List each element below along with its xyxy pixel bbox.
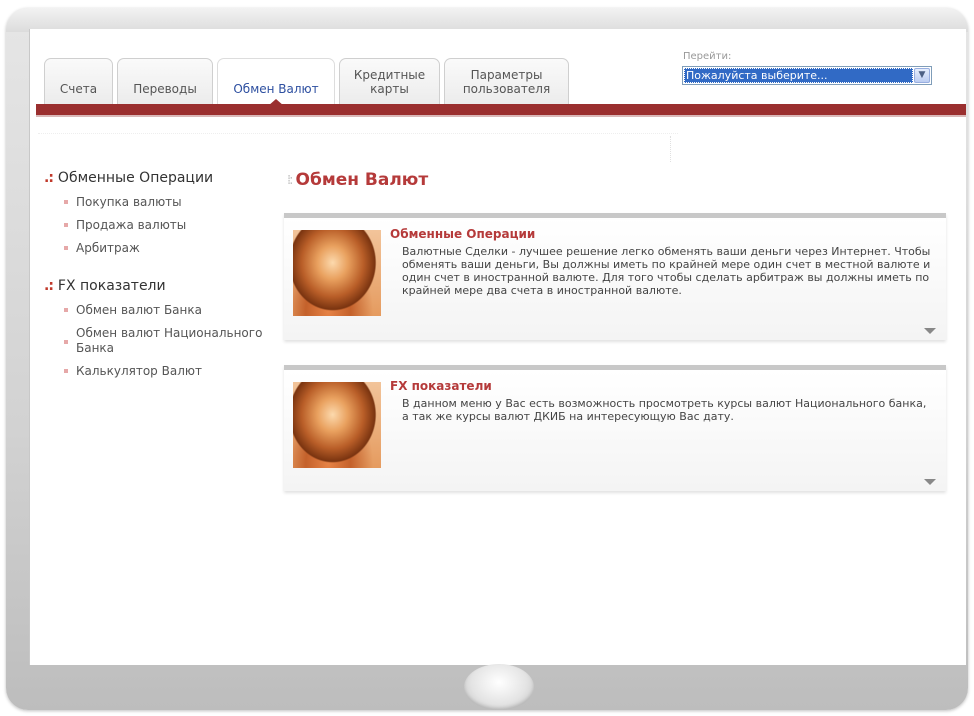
pink-square-bullet-icon — [64, 200, 68, 204]
page-title: ⁞: Обмен Валют — [287, 170, 428, 190]
sidebar-item-label: Калькулятор Валют — [76, 364, 202, 378]
tab-label: Счета — [59, 81, 98, 96]
app-screen: Счета Переводы Обмен Валют Кредитные кар… — [29, 29, 966, 665]
globe-hands-image — [293, 230, 381, 316]
sidebar-heading: .: FX показатели — [44, 278, 274, 294]
triangle-down-icon[interactable] — [924, 479, 936, 485]
goto-select[interactable]: Пожалуйста выберите... ▼ — [682, 66, 932, 85]
info-card-exchange-operations: Обменные Операции Валютные Сделки - лучш… — [284, 213, 946, 340]
chevron-down-icon[interactable]: ▼ — [914, 68, 930, 83]
pink-square-bullet-icon — [64, 223, 68, 227]
red-dots-bullet-icon: .: — [44, 278, 54, 294]
sidebar-item-sell-currency[interactable]: Продажа валюты — [64, 218, 274, 233]
tab-credit-cards[interactable]: Кредитные карты — [339, 58, 440, 104]
pink-square-bullet-icon — [64, 308, 68, 312]
sidebar-item-label: Арбитраж — [76, 241, 140, 255]
pink-square-bullet-icon — [64, 340, 68, 344]
sidebar-list: Покупка валюты Продажа валюты Арбитраж — [44, 195, 274, 256]
sidebar-section-fx-indicators: .: FX показатели Обмен валют Банка Обмен… — [44, 278, 274, 379]
card-text: В данном меню у Вас есть возможность про… — [402, 397, 927, 423]
tab-label: Кредитные карты — [354, 68, 425, 96]
tab-user-settings[interactable]: Параметры пользователя — [444, 58, 569, 104]
sidebar-heading: .: Обменные Операции — [44, 170, 274, 186]
card-text: Валютные Сделки - лучшее решение легко о… — [402, 245, 931, 297]
tab-label-line1: Кредитные — [353, 67, 426, 82]
red-dots-bullet-icon: .: — [44, 170, 54, 186]
sidebar-item-national-bank-rates[interactable]: Обмен валют Национального Банка — [64, 326, 274, 356]
tab-label-line2: карты — [370, 81, 409, 96]
info-card-fx-indicators: FX показатели В данном меню у Вас есть в… — [284, 365, 946, 491]
sidebar-item-label: Покупка валюты — [76, 195, 182, 209]
tab-label: Переводы — [133, 81, 197, 96]
pink-square-bullet-icon — [64, 369, 68, 373]
triangle-down-icon[interactable] — [924, 328, 936, 334]
sidebar-item-bank-rates[interactable]: Обмен валют Банка — [64, 303, 274, 318]
tab-accounts[interactable]: Счета — [44, 58, 113, 104]
goto-label: Перейти: — [683, 51, 732, 62]
tab-underline-bar — [36, 104, 966, 117]
sidebar-heading-text: FX показатели — [57, 278, 166, 294]
card-title[interactable]: FX показатели — [390, 379, 492, 393]
sidebar-section-exchange-operations: .: Обменные Операции Покупка валюты Прод… — [44, 170, 274, 256]
main-tabs: Счета Переводы Обмен Валют Кредитные кар… — [44, 54, 569, 106]
divider — [38, 133, 678, 134]
sidebar-item-buy-currency[interactable]: Покупка валюты — [64, 195, 274, 210]
sidebar-item-arbitrage[interactable]: Арбитраж — [64, 241, 274, 256]
divider — [670, 136, 671, 162]
page-title-text: Обмен Валют — [295, 170, 429, 190]
tab-label-line1: Параметры — [470, 67, 543, 82]
sidebar-item-label: Продажа валюты — [76, 218, 187, 232]
sidebar-item-label: Обмен валют Национального Банка — [76, 326, 263, 355]
tab-label: Параметры пользователя — [463, 68, 550, 96]
monitor-stand-knob — [464, 664, 534, 710]
title-marker-icon: ⁞: — [287, 172, 293, 188]
globe-hands-image — [293, 382, 381, 468]
sidebar-item-currency-calculator[interactable]: Калькулятор Валют — [64, 364, 274, 379]
sidebar-heading-text: Обменные Операции — [57, 170, 214, 186]
tab-label: Обмен Валют — [233, 81, 319, 96]
goto-select-value: Пожалуйста выберите... — [684, 68, 913, 83]
tab-transfers[interactable]: Переводы — [117, 58, 213, 104]
card-title[interactable]: Обменные Операции — [390, 227, 535, 241]
tab-label-line2: пользователя — [462, 81, 551, 96]
pink-square-bullet-icon — [64, 246, 68, 250]
sidebar-item-label: Обмен валют Банка — [76, 303, 202, 317]
tab-currency-exchange[interactable]: Обмен Валют — [217, 58, 335, 106]
sidebar-list: Обмен валют Банка Обмен валют Национальн… — [44, 303, 274, 379]
sidebar: .: Обменные Операции Покупка валюты Прод… — [44, 170, 274, 401]
